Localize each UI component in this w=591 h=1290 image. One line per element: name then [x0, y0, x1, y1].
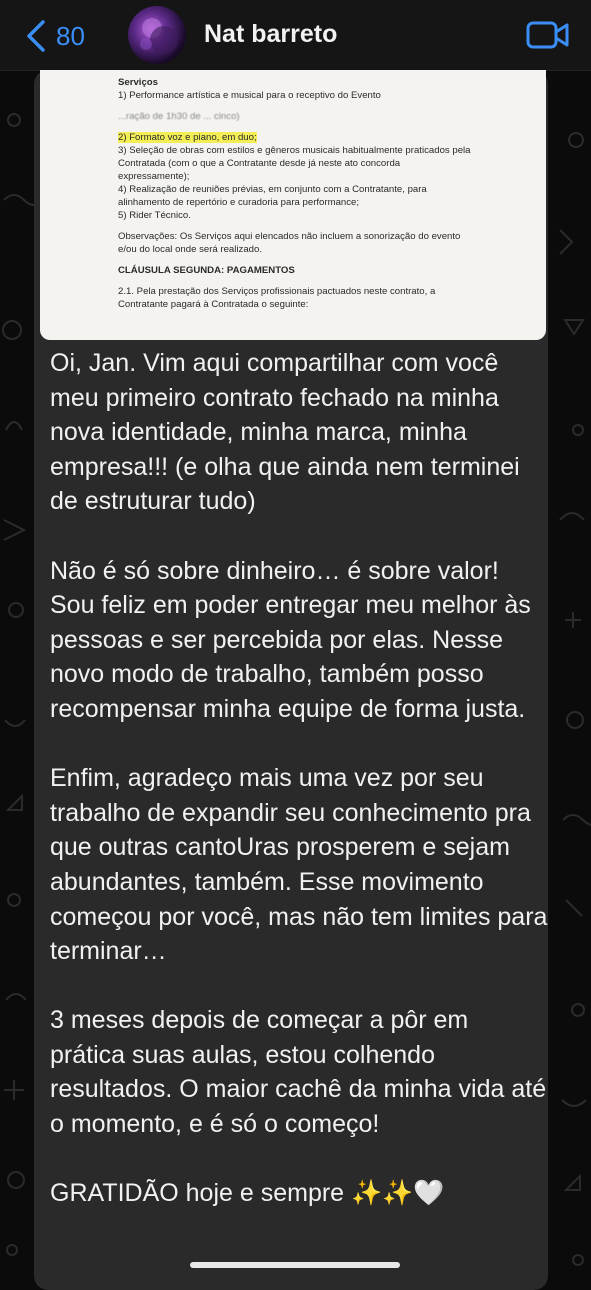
message-paragraph: Oi, Jan. Vim aqui compartilhar com você …: [50, 349, 520, 516]
message-text: Oi, Jan. Vim aqui compartilhar com você …: [50, 346, 550, 1211]
doc-item-3a: 3) Seleção de obras com estilos e gênero…: [118, 145, 471, 156]
message-paragraph: Não é só sobre dinheiro… é sobre valor! …: [50, 556, 531, 723]
doc-item-4b: alinhamento de repertório e curadoria pa…: [118, 197, 360, 208]
back-button[interactable]: 80: [26, 18, 85, 54]
doc-clause-heading: CLÁUSULA SEGUNDA: PAGAMENTOS: [118, 265, 295, 276]
contract-text: Serviços 1) Performance artística e musi…: [118, 76, 520, 311]
video-call-icon[interactable]: [526, 20, 570, 50]
doc-item-2: 2) Formato voz e piano, em duo;: [118, 132, 257, 143]
doc-clause-text-2: Contratante pagará à Contratada o seguin…: [118, 299, 309, 310]
doc-obs-a: Observações: Os Serviços aqui elencados …: [118, 231, 461, 242]
doc-item-3b: Contratada (com o que a Contratante desd…: [118, 158, 401, 169]
contact-name[interactable]: Nat barreto: [204, 20, 337, 49]
back-chevron-icon: [27, 20, 45, 52]
doc-item-3c: expressamente);: [118, 171, 190, 182]
doc-item-1-tail: ...ração de 1h30 de ... cinco): [118, 111, 240, 122]
sparkles-icon: ✨✨: [351, 1179, 414, 1208]
doc-item-4a: 4) Realização de reuniões prévias, em co…: [118, 184, 427, 195]
doc-item-5: 5) Rider Técnico.: [118, 210, 191, 221]
message-paragraph: Enfim, agradeço mais uma vez por seu tra…: [50, 764, 548, 966]
message-paragraph-last: GRATIDÃO hoje e sempre ✨✨🤍: [50, 1179, 445, 1208]
contract-image[interactable]: Serviços 1) Performance artística e musi…: [40, 70, 546, 340]
chat-header: 80 Nat barreto: [0, 0, 591, 71]
doc-obs-b: e/ou do local onde será realizado.: [118, 244, 263, 255]
avatar[interactable]: [128, 6, 186, 64]
avatar-image: [140, 18, 178, 54]
white-heart-icon: 🤍: [413, 1179, 445, 1208]
doc-item-1: 1) Performance artística e musical para …: [118, 90, 381, 101]
doc-heading: Serviços: [118, 77, 159, 88]
unread-count: 80: [56, 20, 85, 51]
doc-clause-text: 2.1. Pela prestação dos Serviços profiss…: [118, 286, 436, 297]
message-paragraph: 3 meses depois de começar a pôr em práti…: [50, 1006, 547, 1139]
home-indicator[interactable]: [190, 1262, 400, 1268]
